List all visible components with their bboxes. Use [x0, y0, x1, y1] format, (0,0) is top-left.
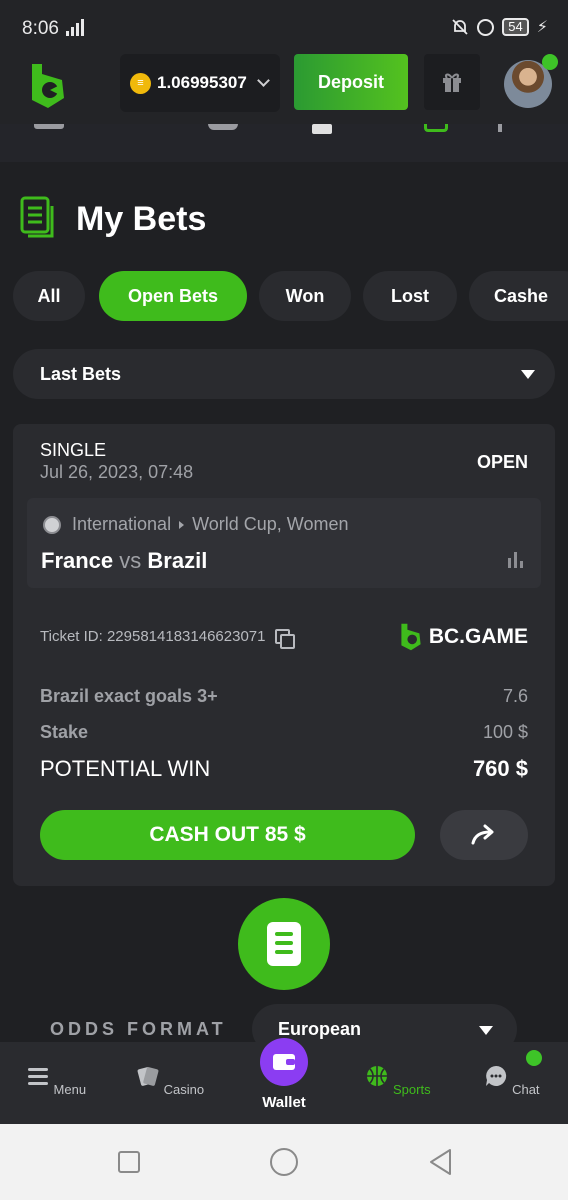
tab-won[interactable]: Won — [259, 271, 351, 321]
nav-sports[interactable]: Sports — [348, 1064, 448, 1097]
page-heading: My Bets — [76, 199, 207, 238]
stake-value: 100 $ — [482, 722, 528, 742]
ticket-label: Ticket ID: — [40, 628, 103, 645]
balance-value: 1.06995307 — [157, 73, 247, 92]
home-team: France — [41, 548, 114, 573]
chevron-down-icon — [256, 74, 270, 87]
back-button[interactable] — [428, 1148, 454, 1176]
bets-icon — [20, 196, 54, 238]
tab-all[interactable]: All — [13, 271, 85, 321]
bc-game-logo-small-icon — [401, 623, 421, 651]
app-header: ≡ 1.06995307 Deposit — [0, 54, 568, 124]
battery-icon: 54 — [502, 18, 529, 36]
selection-odds: 7.6 — [502, 686, 528, 706]
share-arrow-icon — [471, 824, 494, 845]
stake-label: Stake — [40, 722, 89, 742]
away-team: Brazil — [147, 548, 208, 573]
home-button[interactable] — [270, 1148, 298, 1176]
last-bets-dropdown[interactable]: Last Bets — [13, 349, 555, 399]
nav-casino[interactable]: Casino — [120, 1064, 220, 1097]
bet-type: SINGLE — [40, 440, 107, 460]
hamburger-icon — [27, 1068, 48, 1085]
nav-chat-label: Chat — [512, 1082, 540, 1097]
gift-button[interactable] — [424, 54, 480, 110]
chevron-right-icon — [179, 520, 185, 529]
potential-win-label: POTENTIAL WIN — [40, 756, 211, 781]
bet-card: SINGLE Jul 26, 2023, 07:48 OPEN Internat… — [13, 424, 555, 886]
lock-rotation-icon — [477, 18, 495, 36]
cards-icon — [137, 1067, 159, 1086]
status-time: 8:06 — [22, 18, 59, 39]
potential-win-value: 760 $ — [472, 756, 528, 781]
odds-format-label: ODDS FORMAT — [50, 1019, 227, 1039]
tab-open-bets[interactable]: Open Bets — [99, 271, 247, 321]
chat-bubble-icon — [486, 1065, 507, 1086]
online-indicator — [542, 54, 558, 70]
basketball-icon — [367, 1066, 388, 1086]
tab-cashed-out[interactable]: Cashe — [469, 271, 568, 321]
copy-icon[interactable] — [275, 628, 296, 649]
coin-icon: ≡ — [130, 72, 151, 94]
nav-wallet-label[interactable]: Wallet — [234, 1094, 334, 1111]
nav-casino-label: Casino — [163, 1082, 205, 1097]
bottom-nav: Menu Casino Wallet Sports Chat — [0, 1038, 568, 1124]
match-info[interactable]: International World Cup, Women France vs… — [27, 498, 541, 588]
category-strip[interactable] — [0, 124, 568, 162]
tab-lost[interactable]: Lost — [363, 271, 457, 321]
nav-wallet-button[interactable] — [260, 1038, 308, 1086]
gift-icon — [443, 73, 461, 92]
bell-off-icon — [452, 19, 468, 35]
selection-row: Brazil exact goals 3+ 7.6 — [40, 686, 528, 707]
caret-down-icon — [479, 1026, 493, 1035]
bet-filter-tabs: All Open Bets Won Lost Cashe — [13, 271, 568, 321]
league-country: International — [72, 514, 172, 534]
last-bets-label: Last Bets — [40, 363, 122, 384]
odds-format-value: European — [278, 1019, 362, 1039]
status-bar: 8:06 54 ⚡ — [0, 0, 568, 54]
nav-menu[interactable]: Menu — [6, 1064, 106, 1097]
caret-down-icon — [521, 370, 535, 379]
betslip-icon — [267, 922, 301, 966]
stats-icon[interactable] — [508, 552, 523, 568]
potential-win-row: POTENTIAL WIN 760 $ — [40, 756, 528, 782]
share-button[interactable] — [440, 810, 528, 860]
system-nav-bar — [0, 1124, 568, 1200]
deposit-button[interactable]: Deposit — [294, 54, 408, 110]
bet-status: OPEN — [476, 452, 528, 472]
soccer-ball-icon — [43, 516, 61, 534]
stake-row: Stake 100 $ — [40, 722, 528, 743]
vs-label: vs — [119, 548, 142, 573]
bet-date: Jul 26, 2023, 07:48 — [40, 462, 194, 482]
nav-menu-label: Menu — [53, 1082, 87, 1097]
nav-chat[interactable]: Chat — [462, 1064, 562, 1097]
ticket-id: 2295814183146623071 — [106, 628, 266, 645]
chat-notification-dot — [526, 1050, 542, 1066]
league-name: World Cup, Women — [192, 514, 349, 534]
betslip-fab[interactable] — [238, 898, 330, 990]
bc-game-logo[interactable] — [28, 62, 68, 110]
selection-label: Brazil exact goals 3+ — [40, 686, 218, 706]
recents-button[interactable] — [118, 1151, 140, 1173]
cash-out-button[interactable]: CASH OUT 85 $ — [40, 810, 415, 860]
brand-logo: BC.GAME — [399, 622, 528, 652]
status-icons: 54 ⚡ — [451, 17, 548, 37]
match-teams: France vs Brazil — [41, 548, 207, 574]
page-title: My Bets — [20, 196, 206, 242]
balance-selector[interactable]: ≡ 1.06995307 — [120, 54, 280, 112]
signal-icon — [66, 18, 84, 36]
league-breadcrumb: International World Cup, Women — [72, 514, 348, 535]
nav-sports-label: Sports — [393, 1082, 431, 1097]
charging-icon: ⚡ — [536, 19, 548, 36]
ticket-info: Ticket ID: 2295814183146623071 — [40, 628, 296, 649]
brand-name: BC.GAME — [428, 625, 528, 648]
wallet-icon — [273, 1054, 295, 1070]
